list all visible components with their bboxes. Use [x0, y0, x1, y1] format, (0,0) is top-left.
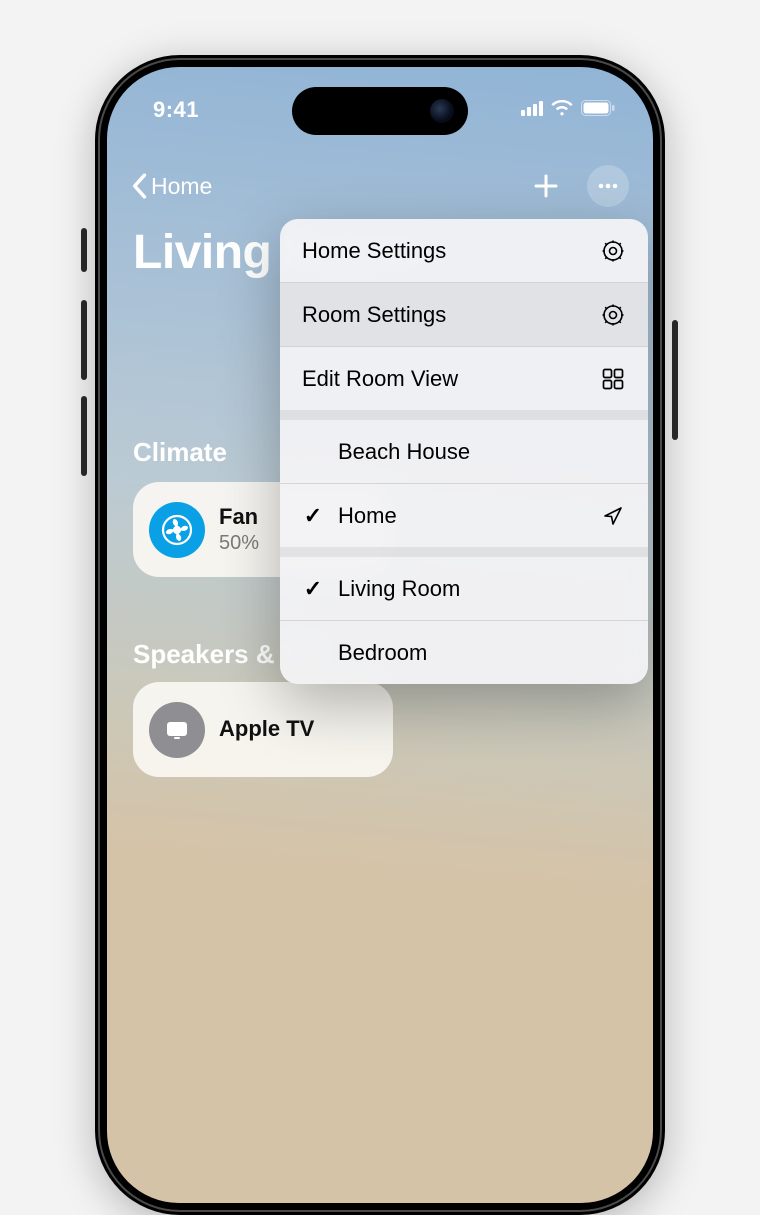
nav-bar: Home — [107, 162, 653, 210]
section-climate-label: Climate — [133, 437, 227, 468]
add-button[interactable] — [525, 165, 567, 207]
chevron-left-icon — [131, 173, 147, 199]
check-icon: ✓ — [302, 576, 324, 602]
more-button[interactable] — [587, 165, 629, 207]
plus-icon — [532, 172, 560, 200]
menu-home-beachhouse[interactable]: Beach House — [280, 420, 648, 483]
context-menu: Home Settings Room Settings Edit Room Vi… — [280, 219, 648, 684]
appletv-icon — [149, 702, 205, 758]
menu-room-livingroom[interactable]: ✓ Living Room — [280, 557, 648, 620]
menu-home-home[interactable]: ✓ Home — [280, 484, 648, 547]
fan-icon — [149, 502, 205, 558]
tile-fan-name: Fan — [219, 504, 259, 530]
menu-room-bedroom[interactable]: Bedroom — [280, 621, 648, 684]
battery-icon — [581, 100, 615, 116]
check-icon: ✓ — [302, 503, 324, 529]
tile-appletv-name: Apple TV — [219, 716, 314, 742]
ellipsis-icon — [596, 174, 620, 198]
volume-up-button — [81, 300, 87, 380]
phone-frame: 9:41 Home Living Room Climate — [95, 55, 665, 1215]
power-button — [672, 320, 678, 440]
tile-fan-status: 50% — [219, 531, 259, 555]
status-time: 9:41 — [153, 97, 199, 123]
screen: 9:41 Home Living Room Climate — [107, 67, 653, 1203]
tile-appletv[interactable]: Apple TV — [133, 682, 393, 777]
menu-edit-room-view[interactable]: Edit Room View — [280, 347, 648, 410]
gear-icon — [600, 302, 626, 328]
gear-icon — [600, 238, 626, 264]
mute-switch — [81, 228, 87, 272]
front-camera — [430, 99, 454, 123]
volume-down-button — [81, 396, 87, 476]
dynamic-island — [292, 87, 468, 135]
cellular-icon — [521, 100, 543, 116]
wifi-icon — [551, 100, 573, 116]
menu-room-settings[interactable]: Room Settings — [280, 283, 648, 346]
menu-home-settings[interactable]: Home Settings — [280, 219, 648, 282]
back-button[interactable]: Home — [131, 173, 212, 200]
back-label: Home — [151, 173, 212, 200]
grid-icon — [600, 366, 626, 392]
location-icon — [600, 503, 626, 529]
